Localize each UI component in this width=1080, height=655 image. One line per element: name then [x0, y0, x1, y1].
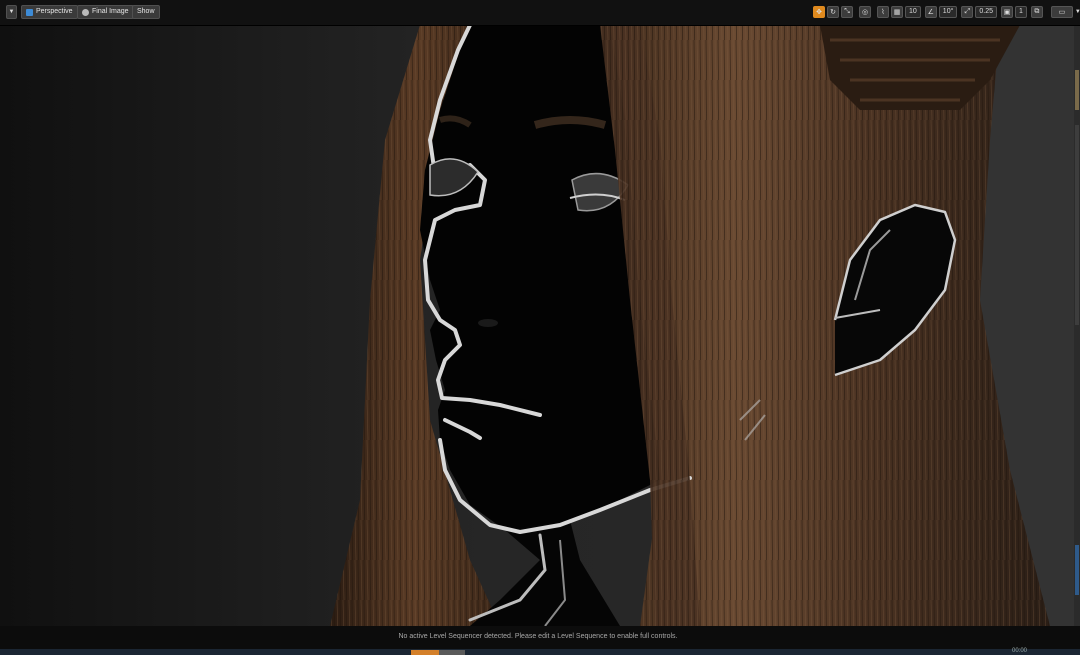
- camera-speed-icon[interactable]: ▣: [1001, 6, 1014, 18]
- transform-toolbar: ✥ ↻ ⤡ ◎ ⌇ ▦ 10 ∠ 10° ⤢ 0.25 ▣ 1 ⧉ ▭ ▼: [813, 5, 1080, 19]
- details-panel-edge: [1074, 25, 1080, 626]
- sequencer-status-message: No active Level Sequencer detected. Plea…: [398, 633, 678, 640]
- scene-render: [0, 0, 1080, 626]
- lit-icon: [82, 8, 89, 16]
- perspective-label: Perspective: [36, 8, 73, 15]
- show-label: Show: [137, 8, 155, 15]
- chevron-down-icon: ▼: [8, 9, 15, 15]
- viewport-options-button[interactable]: ▼: [6, 5, 17, 19]
- scale-snap-value[interactable]: 0.25: [975, 6, 998, 18]
- rotation-snap-icon[interactable]: ∠: [924, 6, 937, 18]
- grid-snap-value[interactable]: 10: [905, 6, 921, 18]
- final-image-label: Final Image: [92, 8, 129, 15]
- perspective-button[interactable]: Perspective: [21, 5, 78, 19]
- grid-snap-icon[interactable]: ▦: [891, 6, 903, 18]
- viewport-toolbar: ▼ Perspective Final Image Show ✥ ↻ ⤡ ◎ ⌇…: [0, 0, 1080, 26]
- timeline-strip[interactable]: 00:00: [0, 648, 1080, 655]
- rotate-icon[interactable]: ↻: [827, 6, 839, 18]
- world-space-icon[interactable]: ◎: [859, 6, 871, 18]
- camera-speed-value[interactable]: 1: [1015, 6, 1027, 18]
- rotation-snap-value[interactable]: 10°: [938, 6, 958, 18]
- playhead-marker[interactable]: [411, 650, 439, 655]
- layout-dropdown-icon[interactable]: ▼: [1075, 9, 1080, 15]
- translate-icon[interactable]: ✥: [813, 6, 825, 18]
- show-button[interactable]: Show: [132, 5, 160, 19]
- maximize-icon[interactable]: ⧉: [1030, 6, 1043, 18]
- timeline-range: [439, 650, 465, 655]
- scale-icon[interactable]: ⤡: [841, 6, 853, 18]
- perspective-icon: [26, 8, 33, 16]
- surface-snap-icon[interactable]: ⌇: [877, 6, 889, 18]
- corner-time-label: 00:00: [1012, 648, 1028, 654]
- scale-snap-icon[interactable]: ⤢: [961, 6, 974, 18]
- final-image-button[interactable]: Final Image: [77, 5, 134, 19]
- status-bar: No active Level Sequencer detected. Plea…: [0, 626, 1080, 649]
- layout-icon[interactable]: ▭: [1050, 6, 1073, 18]
- level-viewport[interactable]: [0, 0, 1080, 655]
